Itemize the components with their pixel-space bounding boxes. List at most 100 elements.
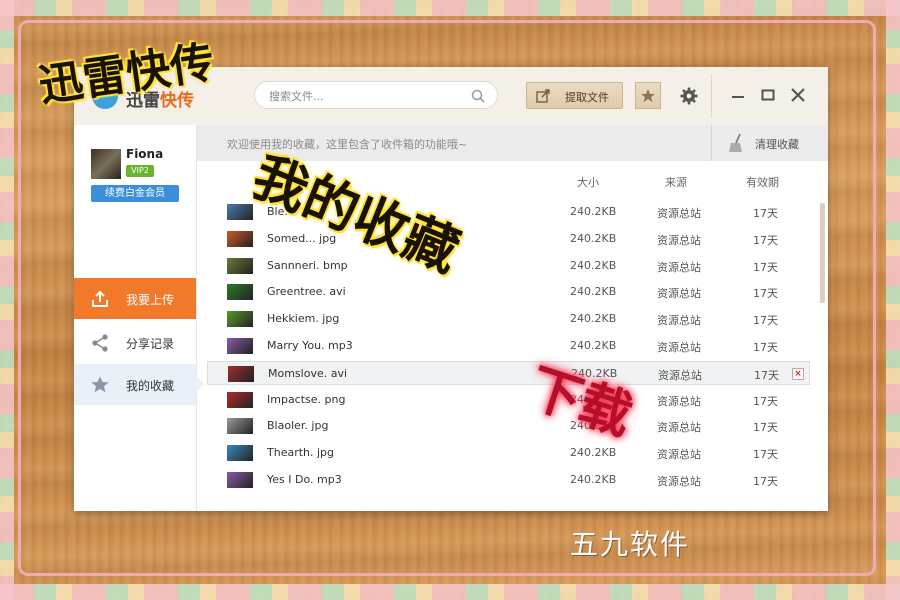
- file-name: Somed... jpg: [267, 231, 337, 245]
- file-expiry: 17天: [753, 233, 778, 247]
- watermark: 五九软件: [570, 528, 691, 561]
- file-name: Yes I Do. mp3: [267, 473, 342, 486]
- file-thumbnail: [227, 472, 253, 488]
- file-source: 资源总站: [657, 448, 701, 462]
- title-bar: 迅雷快传 提取文件: [74, 67, 828, 126]
- decor-border-bottom: [0, 584, 900, 600]
- file-expiry: 17天: [754, 368, 779, 382]
- search-icon[interactable]: [471, 89, 485, 103]
- user-name: Fiona: [126, 147, 164, 161]
- table-row[interactable]: Thearth. jpg 240.2KB 资源总站 17天: [207, 441, 810, 465]
- file-source: 资源总站: [657, 287, 701, 301]
- file-expiry: 17天: [753, 341, 778, 354]
- favorite-button[interactable]: [635, 82, 661, 109]
- sidebar-item-label: 我的收藏: [126, 379, 175, 393]
- file-expiry: 17天: [753, 394, 778, 408]
- file-thumbnail: [227, 391, 253, 408]
- file-name: Hekkiem. jpg: [267, 312, 340, 326]
- sidebar-item-label: 我要上传: [126, 293, 175, 307]
- star-icon: [641, 89, 655, 102]
- table-row[interactable]: Hekkiem. jpg 240.2KB 资源总站 17天: [207, 307, 810, 331]
- column-header-expiry[interactable]: 有效期: [746, 174, 779, 190]
- extract-file-label: 提取文件: [565, 91, 609, 104]
- logo-accent: 快传: [160, 91, 194, 111]
- file-size: 240.2KB: [570, 258, 617, 272]
- broom-icon: [729, 133, 742, 152]
- share-icon: [92, 334, 108, 352]
- file-source: 资源总站: [657, 394, 701, 408]
- toolbar-divider: [711, 75, 712, 117]
- renew-vip-button[interactable]: 续费白金会员: [91, 185, 179, 202]
- extract-file-button[interactable]: 提取文件: [526, 82, 623, 109]
- file-name: Ble...: [267, 205, 295, 218]
- file-size: 240.2KB: [570, 312, 617, 326]
- file-name: Blaoler. jpg: [267, 419, 329, 433]
- gear-icon[interactable]: [680, 87, 698, 105]
- file-size: 240.2KB: [570, 419, 617, 433]
- table-row[interactable]: Impactse. png 240.2KB 资源总站 17天: [207, 388, 810, 412]
- file-source: 资源总站: [657, 233, 701, 247]
- file-source: 资源总站: [657, 260, 701, 274]
- file-thumbnail: [227, 445, 253, 462]
- decor-border-left: [0, 0, 14, 600]
- avatar[interactable]: [91, 149, 121, 179]
- search-input[interactable]: [267, 86, 471, 106]
- sidebar-item-favorites[interactable]: 我的收藏: [74, 364, 204, 405]
- file-name: Greentree. avi: [267, 285, 346, 299]
- extract-icon: [536, 89, 550, 103]
- decor-border-right: [886, 0, 900, 600]
- thunder-logo-icon: [92, 83, 118, 109]
- scrollbar[interactable]: [820, 203, 825, 303]
- table-row[interactable]: Somed... jpg 240.2KB 资源总站 17天: [207, 227, 810, 251]
- notice-bar: 欢迎使用我的收藏，这里包含了收件箱的功能哦~ 清理收藏: [197, 125, 828, 161]
- file-expiry: 17天: [753, 260, 778, 274]
- file-expiry: 17天: [753, 448, 778, 462]
- close-icon[interactable]: [790, 87, 806, 103]
- file-size: 240.2KB: [570, 205, 617, 218]
- sidebar: Fiona VIP2 续费白金会员 我要上传 分享记录 我的收藏: [74, 125, 204, 511]
- sidebar-item-label: 分享记录: [126, 337, 175, 351]
- file-name: Marry You. mp3: [267, 339, 353, 352]
- sidebar-item-upload[interactable]: 我要上传: [74, 278, 196, 319]
- minimize-icon[interactable]: [730, 87, 746, 103]
- search-box: [254, 81, 498, 109]
- column-header-source[interactable]: 来源: [665, 174, 687, 190]
- file-size: 240.2KB: [570, 285, 617, 299]
- file-source: 资源总站: [657, 341, 701, 354]
- sidebar-item-share-history[interactable]: 分享记录: [74, 322, 196, 363]
- column-header-size[interactable]: 大小: [577, 174, 599, 190]
- table-row[interactable]: Yes I Do. mp3 240.2KB 资源总站 17天: [207, 468, 810, 492]
- table-row[interactable]: Momslove. avi 240.2KB 资源总站 17天 ×: [207, 360, 810, 385]
- decor-border-top: [0, 0, 900, 16]
- file-expiry: 17天: [753, 207, 778, 220]
- star-icon: [91, 376, 109, 393]
- file-name: Sannneri. bmp: [267, 258, 348, 272]
- file-expiry: 17天: [753, 314, 778, 328]
- delete-icon[interactable]: ×: [792, 367, 804, 380]
- file-size: 240.2KB: [570, 473, 617, 486]
- vip-badge: VIP2: [126, 165, 154, 177]
- file-size: 240.2KB: [570, 231, 617, 245]
- file-source: 资源总站: [657, 475, 701, 488]
- table-row[interactable]: Marry You. mp3 240.2KB 资源总站 17天: [207, 334, 810, 358]
- app-window: 迅雷快传 提取文件: [74, 67, 828, 511]
- file-name: Momslove. avi: [268, 366, 348, 380]
- maximize-icon[interactable]: [760, 87, 776, 103]
- file-thumbnail: [227, 230, 253, 247]
- file-source: 资源总站: [657, 314, 701, 328]
- notice-divider: [711, 125, 712, 161]
- table-row[interactable]: Sannneri. bmp 240.2KB 资源总站 17天: [207, 254, 810, 278]
- clear-favorites-label: 清理收藏: [755, 138, 799, 151]
- table-row[interactable]: Blaoler. jpg 240.2KB 资源总站 17天: [207, 414, 810, 438]
- file-thumbnail: [227, 338, 253, 354]
- file-source: 资源总站: [658, 368, 702, 382]
- file-thumbnail: [227, 204, 253, 220]
- table-row[interactable]: Ble... 240.2KB 资源总站 17天: [207, 200, 810, 224]
- file-expiry: 17天: [753, 475, 778, 488]
- table-row[interactable]: Greentree. avi 240.2KB 资源总站 17天: [207, 280, 810, 304]
- file-size: 240.2KB: [571, 366, 618, 380]
- file-thumbnail: [227, 418, 253, 435]
- file-expiry: 17天: [753, 421, 778, 435]
- file-thumbnail: [228, 365, 254, 382]
- file-size: 240.2KB: [570, 339, 617, 352]
